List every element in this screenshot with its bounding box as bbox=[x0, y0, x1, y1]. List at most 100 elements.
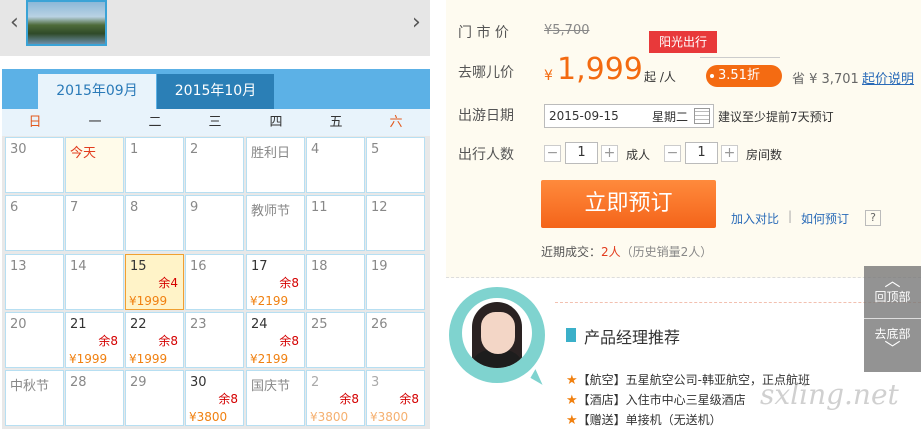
go-to-bottom-button[interactable]: 去底部 ﹀ bbox=[864, 319, 921, 372]
recommendation-text: 【酒店】入住市中心三星级酒店 bbox=[577, 393, 746, 407]
gallery-prev-icon[interactable]: ‹ bbox=[10, 10, 19, 35]
calendar-day-cell[interactable]: 2 余8 ¥3800 bbox=[306, 370, 365, 426]
calendar-day-cell[interactable]: 今天 bbox=[65, 137, 124, 193]
sales-history: （历史销量2人） bbox=[620, 245, 713, 259]
help-icon[interactable]: ? bbox=[865, 210, 881, 226]
tab-month-sep[interactable]: 2015年09月 bbox=[38, 74, 156, 109]
tab-month-oct[interactable]: 2015年10月 bbox=[157, 74, 274, 109]
link-separator: | bbox=[788, 209, 793, 223]
gallery-thumbnail[interactable] bbox=[26, 0, 107, 46]
day-number: 4 bbox=[311, 142, 320, 157]
list-price-label: 门 市 价 bbox=[458, 25, 509, 41]
remaining-seats: 余8 bbox=[158, 334, 178, 348]
scroll-widget: ︿ 回顶部 去底部 ﹀ bbox=[864, 266, 921, 372]
calendar-day-cell[interactable]: 教师节 bbox=[246, 195, 305, 251]
day-number: 8 bbox=[130, 200, 139, 215]
day-number: 中秋节 bbox=[10, 379, 50, 394]
calendar-day-cell[interactable]: 19 bbox=[366, 254, 425, 310]
day-number: 9 bbox=[190, 200, 199, 215]
book-now-button[interactable]: 立即预订 bbox=[541, 180, 716, 228]
day-number: 国庆节 bbox=[251, 379, 291, 394]
calendar-day-cell[interactable]: 4 bbox=[306, 137, 365, 193]
calendar-icon[interactable] bbox=[694, 108, 710, 124]
remaining-seats: 余4 bbox=[158, 276, 178, 290]
avatar bbox=[462, 298, 532, 368]
day-number: 教师节 bbox=[251, 204, 291, 219]
remaining-seats: 余8 bbox=[218, 392, 238, 406]
calendar-day-cell[interactable]: 中秋节 bbox=[5, 370, 64, 426]
add-compare-link[interactable]: 加入对比 bbox=[731, 210, 779, 227]
calendar-day-cell[interactable]: 胜利日 bbox=[246, 137, 305, 193]
calendar-day-cell[interactable]: 17 余8 ¥2199 bbox=[246, 254, 305, 310]
price-explanation-link[interactable]: 起价说明 bbox=[862, 68, 914, 87]
travel-date-input[interactable]: 2015-09-15 bbox=[544, 104, 714, 128]
calendar-day-cell[interactable]: 18 bbox=[306, 254, 365, 310]
room-minus-button[interactable]: − bbox=[664, 145, 681, 162]
calendar-day-cell[interactable]: 8 bbox=[125, 195, 184, 251]
star-icon: ★ bbox=[566, 393, 578, 408]
calendar-day-cell[interactable]: 30 余8 ¥3800 bbox=[185, 370, 244, 426]
badge-divider bbox=[700, 57, 780, 58]
day-number: 今天 bbox=[70, 146, 97, 161]
recommendation-item: ★【酒店】入住市中心三星级酒店 bbox=[566, 391, 746, 408]
calendar-day-cell[interactable]: 11 bbox=[306, 195, 365, 251]
calendar-day-cell[interactable]: 30 bbox=[5, 137, 64, 193]
weekday-3: 三 bbox=[208, 115, 222, 130]
currency-symbol: ¥ bbox=[544, 68, 553, 84]
bookmark-icon bbox=[566, 328, 576, 342]
calendar-day-cell[interactable]: 2 bbox=[185, 137, 244, 193]
travel-date-label: 出游日期 bbox=[458, 108, 514, 124]
day-price: ¥1999 bbox=[129, 352, 168, 366]
day-number: 12 bbox=[371, 200, 388, 215]
adult-minus-button[interactable]: − bbox=[544, 145, 561, 162]
calendar-day-cell[interactable]: 26 bbox=[366, 312, 425, 368]
day-price: ¥2199 bbox=[250, 352, 289, 366]
calendar-day-cell[interactable]: 22 余8 ¥1999 bbox=[125, 312, 184, 368]
calendar-day-cell[interactable]: 5 bbox=[366, 137, 425, 193]
room-plus-button[interactable]: + bbox=[721, 145, 738, 162]
calendar-day-cell[interactable]: 25 bbox=[306, 312, 365, 368]
calendar-day-cell[interactable]: 23 bbox=[185, 312, 244, 368]
calendar-day-cell[interactable]: 14 bbox=[65, 254, 124, 310]
calendar-day-cell[interactable]: 12 bbox=[366, 195, 425, 251]
day-number: 14 bbox=[70, 259, 87, 274]
day-number: 19 bbox=[371, 259, 388, 274]
day-price: ¥3800 bbox=[310, 410, 349, 424]
calendar-day-cell[interactable]: 9 bbox=[185, 195, 244, 251]
day-number: 29 bbox=[130, 375, 147, 390]
calendar-day-cell[interactable]: 16 bbox=[185, 254, 244, 310]
calendar-day-cell[interactable]: 15 余4 ¥1999 bbox=[125, 254, 184, 310]
calendar-day-cell[interactable]: 29 bbox=[125, 370, 184, 426]
weekday-2: 二 bbox=[148, 115, 162, 130]
day-number: 7 bbox=[70, 200, 79, 215]
calendar-day-cell[interactable]: 24 余8 ¥2199 bbox=[246, 312, 305, 368]
adult-plus-button[interactable]: + bbox=[601, 145, 618, 162]
promo-badge: 阳光出行 bbox=[649, 31, 717, 53]
calendar-day-cell[interactable]: 国庆节 bbox=[246, 370, 305, 426]
weekday-5: 五 bbox=[329, 115, 343, 130]
calendar-day-cell[interactable]: 20 bbox=[5, 312, 64, 368]
calendar-day-cell[interactable]: 1 bbox=[125, 137, 184, 193]
gallery-next-icon[interactable]: › bbox=[412, 10, 421, 35]
calendar-day-cell[interactable]: 6 bbox=[5, 195, 64, 251]
back-to-top-button[interactable]: ︿ 回顶部 bbox=[864, 266, 921, 319]
remaining-seats: 余8 bbox=[98, 334, 118, 348]
calendar-day-cell[interactable]: 3 余8 ¥3800 bbox=[366, 370, 425, 426]
how-to-book-link[interactable]: 如何预订 bbox=[801, 210, 849, 227]
up-icon: ︿ bbox=[884, 271, 901, 290]
room-count-input[interactable]: 1 bbox=[685, 142, 718, 164]
day-number: 24 bbox=[251, 317, 268, 332]
remaining-seats: 余8 bbox=[339, 392, 359, 406]
adult-count-input[interactable]: 1 bbox=[565, 142, 598, 164]
day-number: 5 bbox=[371, 142, 380, 157]
day-number: 11 bbox=[311, 200, 328, 215]
recommendation-item: ★【赠送】单接机（无送机） bbox=[566, 411, 722, 428]
weekday-6: 六 bbox=[389, 115, 403, 130]
travelers-label: 出行人数 bbox=[458, 147, 514, 163]
calendar-day-cell[interactable]: 13 bbox=[5, 254, 64, 310]
calendar-day-cell[interactable]: 21 余8 ¥1999 bbox=[65, 312, 124, 368]
calendar-day-cell[interactable]: 7 bbox=[65, 195, 124, 251]
remaining-seats: 余8 bbox=[279, 276, 299, 290]
remaining-seats: 余8 bbox=[399, 392, 419, 406]
calendar-day-cell[interactable]: 28 bbox=[65, 370, 124, 426]
